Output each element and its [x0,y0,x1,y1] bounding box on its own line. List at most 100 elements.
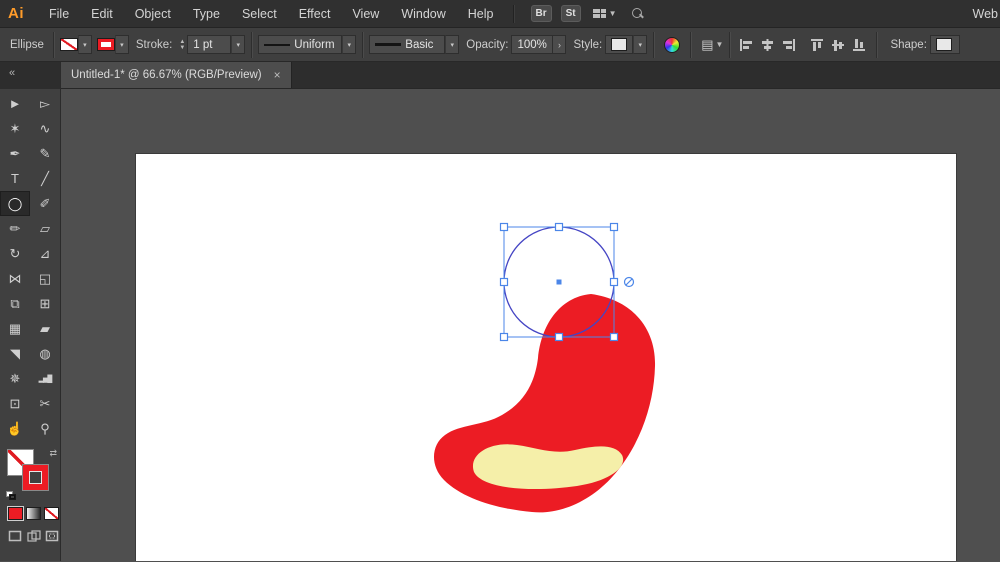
width-profile-dropdown[interactable]: ▾ [342,35,356,54]
gradient-button[interactable] [26,507,41,520]
stroke-color-swatch[interactable] [97,38,115,51]
align-bottom-button[interactable] [852,38,867,52]
color-button[interactable] [8,507,23,520]
artwork [136,154,956,561]
perspective-grid-tool[interactable]: ⊞ [30,291,60,316]
brush-definition-field[interactable]: Basic [369,35,445,54]
menu-item-object[interactable]: Object [124,0,182,28]
badge-st[interactable]: St [561,5,581,22]
stroke-indicator-red[interactable] [22,464,49,491]
direct-selection-tool[interactable]: ▻ [30,91,60,116]
rotate-tool[interactable]: ↻ [0,241,30,266]
eraser-tool[interactable]: ▱ [30,216,60,241]
menu-item-type[interactable]: Type [182,0,231,28]
menu-bar: Ai FileEditObjectTypeSelectEffectViewWin… [0,0,1000,28]
stroke-weight-label: Stroke: [136,39,172,51]
separator [876,32,877,58]
menu-item-file[interactable]: File [38,0,80,28]
workspace-switcher[interactable]: Web [973,7,998,21]
collapse-panel-button[interactable]: « [0,62,60,89]
menu-item-select[interactable]: Select [231,0,288,28]
stroke-weight-dropdown[interactable]: ▾ [231,35,245,54]
tools-panel: « ►▻✶∿✒✎T╱◯✐✏▱↻⊿⋈◱⧉⊞▦▰◥◍✵▂▅█⊡✂☝⚲ ⇄ [0,62,61,561]
control-bar: Ellipse ▾ ▾ Stroke: ▲▼ 1 pt ▾ Uniform ▾ … [0,28,1000,62]
canvas-pasteboard[interactable] [61,89,1000,561]
zoom-tool[interactable]: ⚲ [30,416,60,441]
slice-tool[interactable]: ✂ [30,391,60,416]
paintbrush-tool[interactable]: ✐ [30,191,60,216]
document-tab[interactable]: Untitled-1* @ 66.67% (RGB/Preview) × [61,62,292,88]
live-shape-widget[interactable] [625,278,634,287]
blend-tool[interactable]: ◍ [30,341,60,366]
curvature-tool[interactable]: ✎ [30,141,60,166]
style-dropdown[interactable]: ▾ [633,35,647,54]
chevron-down-icon[interactable]: ▼ [716,40,724,49]
ellipse-tool[interactable]: ◯ [0,191,30,216]
default-fill-stroke-icon[interactable] [6,491,17,500]
document-tab-title: Untitled-1* @ 66.67% (RGB/Preview) [71,69,262,81]
document-area: Untitled-1* @ 66.67% (RGB/Preview) × [61,62,1000,561]
draw-normal-button[interactable] [7,529,23,543]
align-center-vertical-button[interactable] [831,38,846,52]
artboard-tool[interactable]: ⊡ [0,391,30,416]
badge-br[interactable]: Br [531,5,552,22]
stroke-weight-field[interactable]: 1 pt [187,35,231,54]
document-setup-icon[interactable]: ▤ [701,37,713,53]
none-button[interactable] [44,507,59,520]
artboard[interactable] [136,154,956,561]
shape-builder-tool[interactable]: ⧉ [0,291,30,316]
swap-fill-stroke-icon[interactable]: ⇄ [49,448,57,459]
selection-tool[interactable]: ► [0,91,30,116]
width-tool[interactable]: ⋈ [0,266,30,291]
arrange-documents-button[interactable]: ▼ [593,9,617,18]
gradient-tool[interactable]: ▰ [30,316,60,341]
symbol-sprayer-tool[interactable]: ✵ [0,366,30,391]
pencil-tool[interactable]: ✏ [0,216,30,241]
draw-behind-button[interactable] [26,529,42,543]
fill-color-dropdown[interactable]: ▾ [78,35,92,54]
column-graph-tool[interactable]: ▂▅█ [30,366,60,391]
stroke-weight-stepper[interactable]: ▲▼ [179,39,185,51]
shape-label: Shape: [890,39,926,51]
magic-wand-tool[interactable]: ✶ [0,116,30,141]
free-transform-tool[interactable]: ◱ [30,266,60,291]
scale-tool[interactable]: ⊿ [30,241,60,266]
menu-item-window[interactable]: Window [390,0,456,28]
align-top-button[interactable] [810,38,825,52]
mesh-tool[interactable]: ▦ [0,316,30,341]
opacity-popup-arrow[interactable]: › [553,35,566,54]
shape-field[interactable] [930,35,960,54]
pen-tool[interactable]: ✒ [0,141,30,166]
menu-item-edit[interactable]: Edit [80,0,124,28]
align-left-button[interactable] [739,38,754,52]
style-label: Style: [573,39,602,51]
menu-item-view[interactable]: View [341,0,390,28]
menu-item-effect[interactable]: Effect [288,0,342,28]
fill-color-swatch[interactable] [60,38,78,51]
draw-inside-button[interactable] [44,529,60,543]
align-right-button[interactable] [781,38,796,52]
width-profile-icon [264,44,290,46]
style-field[interactable] [605,35,633,54]
separator [690,32,691,58]
tool-grid: ►▻✶∿✒✎T╱◯✐✏▱↻⊿⋈◱⧉⊞▦▰◥◍✵▂▅█⊡✂☝⚲ [0,89,60,441]
recolor-artwork-icon[interactable] [664,37,680,53]
close-tab-icon[interactable]: × [274,68,281,82]
lasso-tool[interactable]: ∿ [30,116,60,141]
type-tool[interactable]: T [0,166,30,191]
menu-item-help[interactable]: Help [457,0,505,28]
chevron-down-icon: ▼ [609,9,617,18]
stroke-color-dropdown[interactable]: ▾ [115,35,129,54]
eyedropper-tool[interactable]: ◥ [0,341,30,366]
menu-items: FileEditObjectTypeSelectEffectViewWindow… [38,0,505,28]
align-center-horizontal-button[interactable] [760,38,775,52]
shape-center-point[interactable] [557,280,562,285]
line-segment-tool[interactable]: ╱ [30,166,60,191]
style-swatch [611,38,627,51]
separator [251,32,252,58]
brush-definition-dropdown[interactable]: ▾ [445,35,459,54]
variable-width-profile-field[interactable]: Uniform [258,35,342,54]
opacity-field[interactable]: 100% [511,35,553,54]
search-icon[interactable] [631,7,644,20]
hand-tool[interactable]: ☝ [0,416,30,441]
